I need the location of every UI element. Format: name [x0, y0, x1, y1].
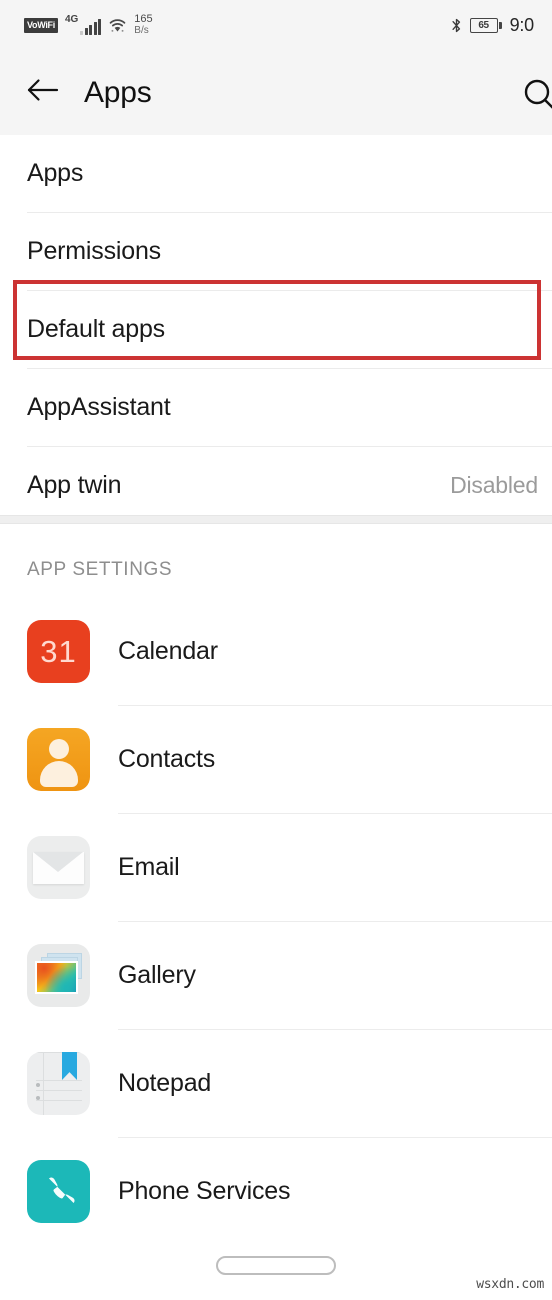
email-icon [27, 836, 90, 899]
contacts-icon-head [48, 739, 69, 759]
status-bar: VoWiFi 4G 165 B/s 65 9:0 [0, 0, 552, 50]
status-bar-right: 65 9:0 [451, 15, 534, 36]
app-name-label: Email [118, 853, 180, 881]
search-icon [522, 78, 552, 117]
app-row-email[interactable]: Email [0, 814, 552, 921]
notepad-icon [27, 1052, 90, 1115]
settings-row-appassistant[interactable]: AppAssistant [0, 369, 552, 446]
back-button[interactable] [14, 64, 72, 122]
calendar-icon: 31 [27, 620, 90, 683]
watermark: wsxdn.com [476, 1277, 544, 1292]
settings-row-label: App twin [27, 471, 122, 499]
section-header-app-settings: APP SETTINGS [27, 559, 173, 580]
app-name-label: Gallery [118, 961, 196, 989]
battery-level: 65 [469, 17, 498, 33]
app-name-label: Contacts [118, 745, 216, 773]
search-button[interactable] [514, 72, 552, 122]
page-title: Apps [84, 75, 152, 109]
navigation-bar [0, 1230, 552, 1300]
notepad-icon-hole [36, 1096, 40, 1100]
settings-row-label: Default apps [27, 315, 165, 343]
email-icon-flap [33, 852, 83, 872]
app-row-calendar[interactable]: 31 Calendar [0, 598, 552, 705]
app-row-contacts[interactable]: Contacts [0, 706, 552, 813]
contacts-icon-body [39, 761, 78, 787]
settings-row-apps[interactable]: Apps [0, 135, 552, 212]
battery-nub [499, 21, 502, 29]
wifi-icon [108, 17, 127, 33]
signal-bars-icon: 4G [64, 14, 102, 35]
status-bar-left: VoWiFi 4G 165 B/s [24, 14, 153, 36]
app-name-label: Calendar [118, 637, 218, 665]
app-row-gallery[interactable]: Gallery [0, 922, 552, 1029]
phone-screen: VoWiFi 4G 165 B/s 65 9:0 Apps Apps Permi… [0, 0, 552, 1300]
bluetooth-icon [451, 17, 462, 34]
app-name-label: Notepad [118, 1069, 212, 1097]
notepad-icon-rule [36, 1080, 82, 1081]
settings-row-label: Apps [27, 159, 84, 187]
settings-row-default-apps[interactable]: Default apps [0, 291, 552, 368]
signal-bar-group [80, 19, 102, 35]
notepad-icon-rule [36, 1090, 82, 1091]
settings-row-value: Disabled [450, 472, 538, 498]
network-type-label: 4G [64, 14, 79, 25]
phone-services-icon [27, 1160, 90, 1223]
app-row-phone-services[interactable]: Phone Services [0, 1138, 552, 1245]
app-settings-list: 31 Calendar Contacts Email Gallery Notep… [0, 598, 552, 1245]
notepad-icon-margin-line [43, 1052, 44, 1115]
network-speed: 165 B/s [134, 13, 153, 37]
app-row-notepad[interactable]: Notepad [0, 1030, 552, 1137]
notepad-icon-bookmark [62, 1052, 77, 1080]
settings-row-app-twin[interactable]: App twin Disabled [0, 447, 552, 524]
settings-row-label: AppAssistant [27, 393, 171, 421]
gallery-icon [27, 944, 90, 1007]
network-speed-unit: B/s [134, 25, 149, 36]
notepad-icon-hole [36, 1083, 40, 1087]
settings-list: Apps Permissions Default apps AppAssista… [0, 135, 552, 524]
app-name-label: Phone Services [118, 1177, 291, 1205]
network-speed-value: 165 [134, 13, 153, 25]
contacts-icon [27, 728, 90, 791]
home-gesture-pill[interactable] [216, 1255, 336, 1275]
gallery-icon-photo [35, 961, 78, 994]
status-clock: 9:0 [509, 14, 535, 35]
section-separator-band [0, 515, 552, 524]
battery-icon: 65 [469, 17, 502, 33]
settings-row-label: Permissions [27, 237, 161, 265]
vowifi-icon: VoWiFi [24, 17, 58, 33]
back-arrow-icon [26, 75, 60, 110]
app-bar: Apps [0, 50, 552, 135]
settings-row-permissions[interactable]: Permissions [0, 213, 552, 290]
notepad-icon-rule [36, 1100, 82, 1101]
